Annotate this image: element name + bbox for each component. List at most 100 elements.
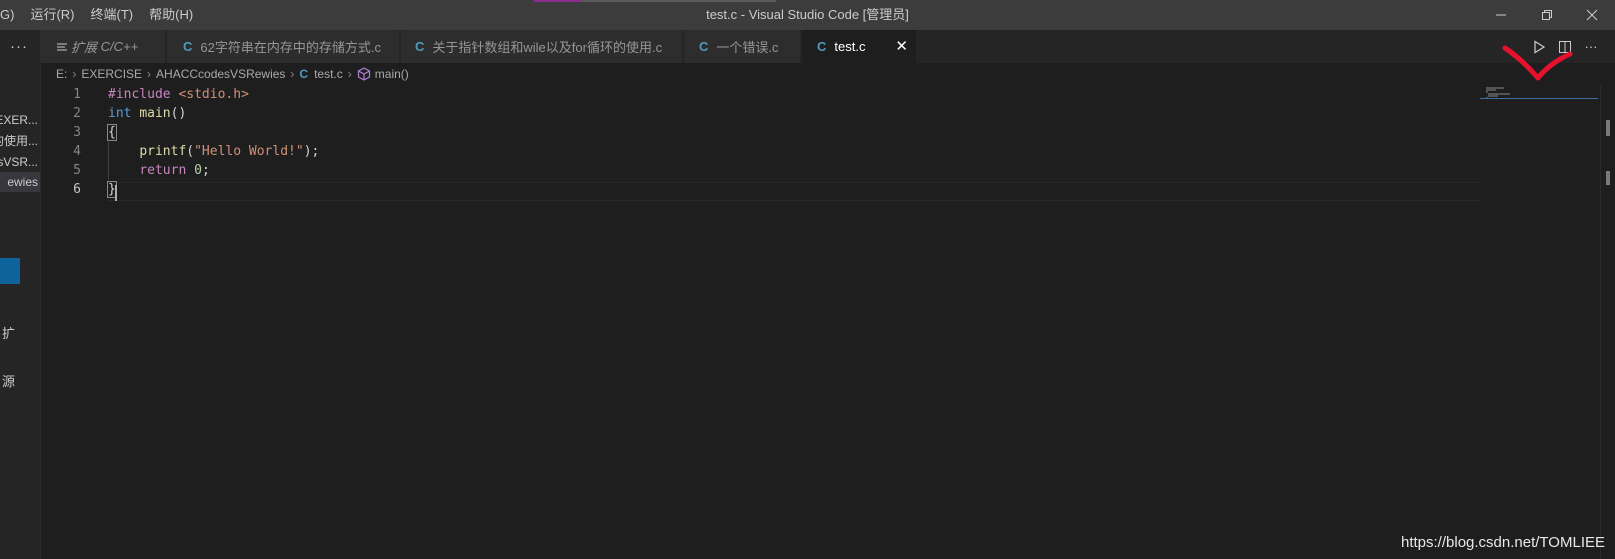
token-header: <stdio.h> — [178, 87, 249, 102]
sidebar-item[interactable]: esVSR... — [0, 152, 40, 172]
tab-prefix: 扩展 — [71, 40, 98, 55]
menu-run[interactable]: 运行(R) — [22, 0, 82, 30]
chevron-right-icon: › — [290, 67, 295, 81]
scrollbar-marker — [1606, 171, 1610, 185]
code-line-current: 6 } — [41, 180, 1481, 199]
line-number: 5 — [73, 163, 81, 178]
breadcrumb-folder[interactable]: EXERCISE — [81, 67, 142, 81]
sidebar-item-label: 的使用... — [0, 134, 38, 148]
tab-label: 62字符串在内存中的存储方式.c — [200, 40, 381, 55]
tab-error[interactable]: C 一个错误.c — [684, 30, 801, 63]
token-directive: #include — [108, 87, 171, 102]
token-parens: () — [170, 106, 187, 121]
line-number: 3 — [73, 125, 81, 140]
line-number: 2 — [73, 106, 81, 121]
token-function: printf — [139, 144, 187, 159]
tab-label: 一个错误.c — [716, 40, 779, 55]
line-content: #include <stdio.h> — [108, 85, 249, 104]
menu-bar: G) 运行(R) 终端(T) 帮助(H) — [0, 0, 201, 30]
more-actions-icon[interactable]: ··· — [10, 38, 28, 55]
line-number: 4 — [73, 144, 81, 159]
token-type: int — [108, 106, 132, 121]
close-tab-icon[interactable]: ✕ — [895, 30, 908, 63]
close-icon — [1586, 9, 1598, 21]
sidebar-item-label: ewies — [7, 175, 38, 189]
minimap-slider — [1480, 98, 1598, 99]
token-punct: ); — [303, 144, 320, 159]
chevron-right-icon: › — [347, 67, 352, 81]
code-line: 4 printf("Hello World!"); — [41, 142, 1481, 161]
token-function: main — [139, 106, 171, 121]
chevron-right-icon: › — [72, 67, 77, 81]
watermark: https://blog.csdn.net/TOMLIEE — [1401, 534, 1605, 551]
breadcrumb-drive[interactable]: E: — [56, 67, 67, 81]
restore-icon — [1542, 10, 1552, 20]
token-string: "Hello World!" — [194, 144, 304, 159]
vertical-scrollbar[interactable] — [1600, 85, 1615, 559]
tab-pointer-array[interactable]: C 关于指针数组和wile以及for循环的使用.c — [401, 30, 683, 63]
tab-label: 关于指针数组和wile以及for循环的使用.c — [432, 40, 663, 55]
line-content: { — [107, 123, 117, 142]
text-cursor — [115, 185, 117, 201]
sidebar-item-label: \EXER... — [0, 113, 38, 127]
code-line: 1 #include <stdio.h> — [41, 85, 1481, 104]
title-accent-gray — [582, 0, 776, 2]
checkmark-annotation — [1502, 45, 1573, 81]
explorer-sidebar: ··· \EXER... 的使用... esVSR... ewies 扩 源 — [0, 30, 40, 559]
restore-button[interactable] — [1524, 0, 1570, 30]
ellipsis-icon: ··· — [1584, 39, 1598, 54]
title-bar: G) 运行(R) 终端(T) 帮助(H) test.c - Visual Stu… — [0, 0, 1615, 30]
token-punct: ; — [201, 163, 210, 178]
close-window-button[interactable] — [1569, 0, 1615, 30]
sidebar-item-label: esVSR... — [0, 155, 38, 169]
c-file-icon: C — [299, 67, 309, 81]
token-brace: { — [107, 124, 117, 141]
minimap-line — [1488, 95, 1498, 97]
scrollbar-thumb[interactable] — [1606, 120, 1610, 136]
line-content: int main() — [108, 104, 186, 123]
line-number: 6 — [73, 182, 81, 197]
menu-selection[interactable]: G) — [0, 0, 22, 30]
sidebar-primary-button[interactable] — [0, 258, 20, 284]
line-content: printf("Hello World!"); — [108, 142, 319, 161]
breadcrumb-folder[interactable]: AHACCcodesVSRewies — [156, 67, 285, 81]
breadcrumb: E: › EXERCISE › AHACCcodesVSRewies › C t… — [56, 63, 409, 85]
code-editor[interactable]: 1 #include <stdio.h> 2 int main() 3 { 4 … — [41, 85, 1598, 559]
symbol-method-icon — [357, 67, 371, 81]
token-punct: ( — [186, 144, 195, 159]
minimize-button[interactable] — [1478, 0, 1524, 30]
tab-string-memory[interactable]: C 62字符串在内存中的存储方式.c — [167, 30, 400, 63]
sidebar-label-source: 源 — [2, 374, 16, 389]
tab-test-c[interactable]: C test.c ✕ — [802, 30, 917, 63]
breadcrumb-file[interactable]: test.c — [314, 67, 343, 81]
c-file-icon: C — [415, 39, 425, 54]
sidebar-item[interactable]: \EXER... — [0, 110, 40, 130]
tab-label: C/C++ — [100, 39, 139, 54]
chevron-right-icon: › — [147, 67, 152, 81]
window-title: test.c - Visual Studio Code [管理员] — [706, 7, 909, 22]
menu-help[interactable]: 帮助(H) — [141, 0, 201, 30]
sidebar-item[interactable]: 的使用... — [0, 131, 40, 151]
tab-label: test.c — [834, 39, 866, 54]
c-file-icon: C — [699, 39, 709, 54]
sidebar-item-selected[interactable]: ewies — [0, 172, 40, 192]
c-file-icon: C — [817, 39, 827, 54]
tab-extension-cpp[interactable]: 扩展 C/C++ — [41, 30, 166, 63]
line-content: return 0; — [108, 161, 210, 180]
c-file-icon: C — [183, 39, 193, 54]
more-actions-button[interactable]: ··· — [1578, 30, 1604, 63]
line-number: 1 — [73, 87, 81, 102]
menu-terminal[interactable]: 终端(T) — [83, 0, 142, 30]
breadcrumb-symbol[interactable]: main() — [375, 67, 409, 81]
title-accent — [534, 0, 582, 2]
token-keyword: return — [139, 163, 187, 178]
code-line: 3 { — [41, 123, 1481, 142]
tab-bar: 扩展 C/C++ C 62字符串在内存中的存储方式.c C 关于指针数组和wil… — [41, 30, 1615, 63]
token-number: 0 — [194, 163, 202, 178]
list-icon — [57, 43, 67, 50]
code-line: 5 return 0; — [41, 161, 1481, 180]
sidebar-label-extension: 扩 — [2, 326, 16, 341]
minimize-icon — [1496, 14, 1506, 16]
